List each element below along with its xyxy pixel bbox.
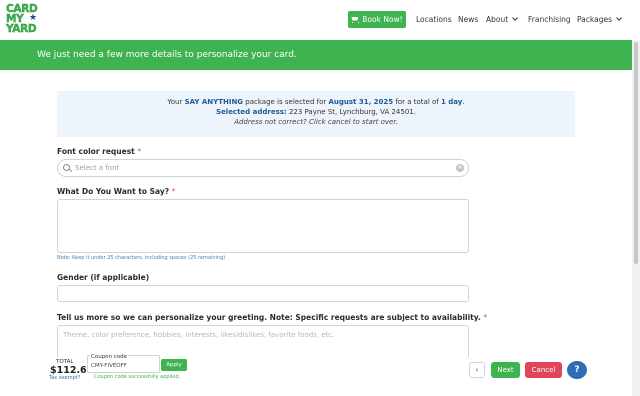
message-textarea[interactable] <box>57 199 469 253</box>
nav-packages[interactable]: Packages <box>577 15 622 24</box>
nav-news[interactable]: News <box>458 15 478 24</box>
nav-locations[interactable]: Locations <box>416 15 452 24</box>
package-name: SAY ANYTHING <box>184 98 244 106</box>
tax-exempt-link[interactable]: Tax exempt? <box>49 375 80 381</box>
personalize-banner: We just need a few more details to perso… <box>0 40 632 70</box>
required-mark: * <box>171 187 176 196</box>
font-color-label-text: Font color request <box>57 147 135 156</box>
logo-line-3: YARD <box>6 23 37 35</box>
summary-text: Your <box>167 98 185 106</box>
book-now-label: Book Now! <box>362 15 403 24</box>
nav-news-label: News <box>458 15 479 24</box>
summary-text: package is selected for <box>243 98 329 106</box>
font-select-placeholder: Select a font <box>75 164 120 172</box>
cancel-button[interactable]: Cancel <box>525 362 562 378</box>
star-icon: ★ <box>29 13 38 23</box>
coupon-label: Coupon code <box>90 354 129 360</box>
font-select[interactable]: Select a font ✕ <box>57 159 469 177</box>
gender-input[interactable] <box>57 285 469 302</box>
header: CARD MY YARD ★ Book Now! Locations News … <box>0 0 640 40</box>
card-my-yard-logo[interactable]: CARD MY YARD ★ <box>6 4 40 36</box>
help-button[interactable]: ? <box>567 361 587 379</box>
next-button[interactable]: Next <box>491 362 520 378</box>
gender-label-text: Gender (if applicable) <box>57 273 150 282</box>
summary-text: for a total of <box>393 98 441 106</box>
font-color-label: Font color request * <box>57 147 141 156</box>
required-mark: * <box>137 147 142 156</box>
details-label: Tell us more so we can personalize your … <box>57 313 487 322</box>
package-summary-line: Your SAY ANYTHING package is selected fo… <box>57 97 575 107</box>
selected-date: August 31, 2025 <box>328 98 394 106</box>
message-label-text: What Do You Want to Say? <box>57 187 170 196</box>
book-now-button[interactable]: Book Now! <box>348 11 406 28</box>
coupon-success-message: Coupon code successfully applied. <box>94 374 181 380</box>
coupon-value: CMY-FIVEOFF <box>91 363 127 369</box>
summary-text: . <box>462 98 465 106</box>
details-placeholder: Theme, color preference, hobbies, intere… <box>63 331 335 339</box>
nav-franchising-label: Franchising <box>528 15 571 24</box>
search-icon <box>63 164 70 171</box>
message-label: What Do You Want to Say? * <box>57 187 176 196</box>
character-limit-note: Note: Keep it under 25 characters, inclu… <box>57 255 226 261</box>
address-note: Address not correct? Click cancel to sta… <box>234 118 398 126</box>
address-line: Selected address: 223 Payne St, Lynchbur… <box>57 107 575 117</box>
nav-locations-label: Locations <box>416 15 452 24</box>
nav-about-label: About <box>486 15 509 24</box>
nav-about[interactable]: About <box>486 15 519 24</box>
details-label-text: Tell us more so we can personalize your … <box>57 313 481 322</box>
gender-label: Gender (if applicable) <box>57 273 149 282</box>
required-mark: * <box>483 313 488 322</box>
apply-button[interactable]: Apply <box>161 359 187 371</box>
address-label: Selected address: <box>216 108 287 116</box>
nav-franchising[interactable]: Franchising <box>528 15 571 24</box>
address-value: 223 Payne St, Lynchburg, VA 24501. <box>286 108 416 116</box>
nav-packages-label: Packages <box>577 15 612 24</box>
banner-text: We just need a few more details to perso… <box>37 50 297 60</box>
chevron-down-icon <box>616 15 622 21</box>
total-days: 1 day <box>440 98 463 106</box>
back-button[interactable]: ‹ <box>469 362 485 378</box>
clear-icon[interactable]: ✕ <box>456 164 464 172</box>
scrollbar-thumb[interactable] <box>634 42 638 264</box>
package-summary: Your SAY ANYTHING package is selected fo… <box>57 91 575 137</box>
chevron-down-icon <box>512 15 519 21</box>
cart-icon <box>351 17 360 23</box>
